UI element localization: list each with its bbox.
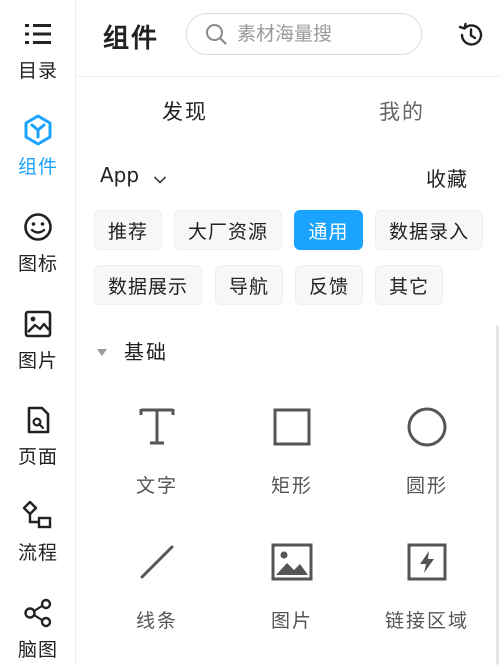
favorites-link[interactable]: 收藏 xyxy=(426,163,468,192)
chip-data-entry[interactable]: 数据录入 xyxy=(375,210,483,250)
sidebar-item-label: 页面 xyxy=(17,446,58,468)
text-icon xyxy=(135,405,179,449)
smiley-icon xyxy=(22,211,54,243)
chip-general[interactable]: 通用 xyxy=(294,210,363,250)
component-label: 文字 xyxy=(135,475,178,497)
tab-discover[interactable]: 发现 xyxy=(162,96,208,126)
chip-big-company[interactable]: 大厂资源 xyxy=(174,210,282,250)
sidebar-item-label: 组件 xyxy=(17,156,58,178)
chip-recommended[interactable]: 推荐 xyxy=(94,210,162,250)
section-title[interactable]: 基础 xyxy=(124,336,168,365)
search-input[interactable] xyxy=(237,23,407,45)
history-icon[interactable] xyxy=(457,21,485,49)
mindmap-icon xyxy=(22,597,54,629)
component-rectangle[interactable]: 矩形 xyxy=(227,405,357,525)
sidebar-item-mindmap[interactable]: 脑图 xyxy=(0,579,76,665)
sidebar-item-label: 图片 xyxy=(17,350,58,372)
sidebar-item-label: 脑图 xyxy=(17,639,58,661)
chip-navigation[interactable]: 导航 xyxy=(215,265,283,305)
chevron-down-icon xyxy=(153,168,167,184)
component-label: 矩形 xyxy=(270,475,313,497)
link-area-icon xyxy=(405,540,449,584)
sidebar-item-catalog[interactable]: 目录 xyxy=(0,0,76,90)
caret-down-icon[interactable] xyxy=(96,343,108,356)
component-label: 圆形 xyxy=(405,475,448,497)
page-icon xyxy=(22,404,54,436)
header-divider xyxy=(76,76,500,77)
component-link-area[interactable]: 链接区域 xyxy=(362,540,492,660)
sidebar-item-images[interactable]: 图片 xyxy=(0,290,76,380)
image-icon xyxy=(22,308,54,340)
component-label: 链接区域 xyxy=(384,610,469,632)
component-line[interactable]: 线条 xyxy=(92,540,222,660)
flow-icon xyxy=(22,500,54,532)
menu-list-icon xyxy=(22,18,54,50)
chip-data-display[interactable]: 数据展示 xyxy=(94,265,202,305)
sidebar-item-label: 图标 xyxy=(17,253,58,275)
sidebar-item-icons[interactable]: 图标 xyxy=(0,193,76,283)
sidebar-item-label: 目录 xyxy=(17,60,58,82)
chip-feedback[interactable]: 反馈 xyxy=(295,265,363,305)
component-label: 图片 xyxy=(270,610,313,632)
tab-mine[interactable]: 我的 xyxy=(379,96,425,126)
circle-icon xyxy=(405,405,449,449)
image-icon xyxy=(270,540,314,584)
rectangle-icon xyxy=(270,405,314,449)
component-label: 线条 xyxy=(135,610,178,632)
chip-other[interactable]: 其它 xyxy=(375,265,443,305)
app-selector[interactable]: App xyxy=(100,163,167,187)
page-title: 组件 xyxy=(103,24,160,54)
component-circle[interactable]: 圆形 xyxy=(362,405,492,525)
line-icon xyxy=(135,540,179,584)
app-selector-label: App xyxy=(100,163,140,187)
component-hexagon-icon xyxy=(22,114,54,146)
sidebar-item-label: 流程 xyxy=(17,542,58,564)
search-icon xyxy=(205,23,227,45)
search-box[interactable] xyxy=(186,13,422,55)
sidebar: 目录 组件 图标 图片 页面 流程 脑图 xyxy=(0,0,76,665)
component-text[interactable]: 文字 xyxy=(92,405,222,525)
component-image[interactable]: 图片 xyxy=(227,540,357,660)
sidebar-item-pages[interactable]: 页面 xyxy=(0,386,76,476)
sidebar-item-flow[interactable]: 流程 xyxy=(0,482,76,572)
sidebar-item-components[interactable]: 组件 xyxy=(0,96,76,186)
scrollbar[interactable] xyxy=(496,325,499,665)
